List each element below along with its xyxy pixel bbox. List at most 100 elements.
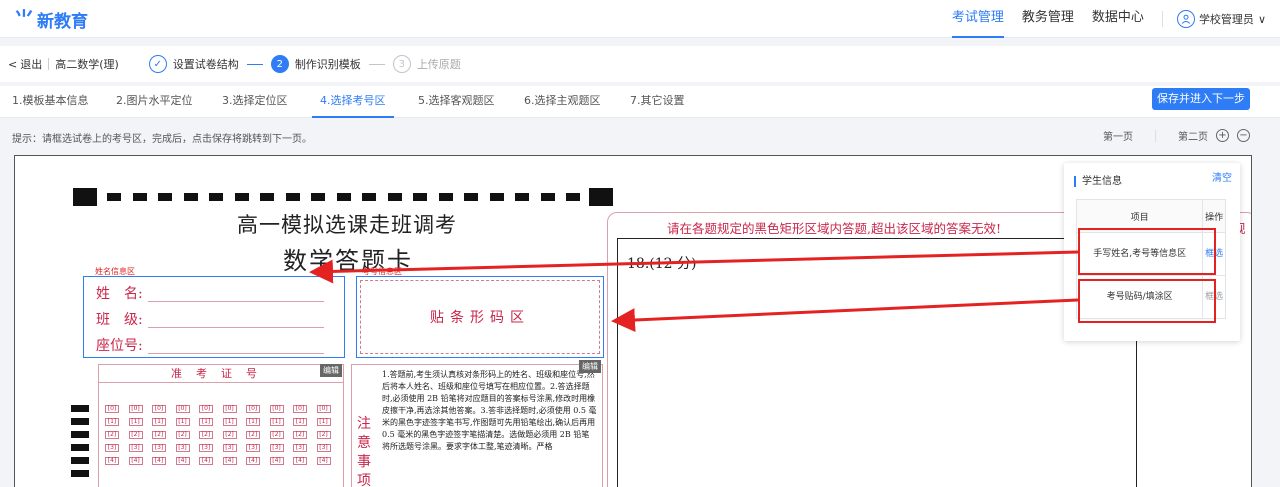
timing-mark — [71, 444, 89, 451]
step-bar: < 退出 高二数学(理) ✓ 设置试卷结构 2 制作识别模板 3 上传原题 — [0, 46, 1280, 82]
digit-bubble: [3] — [293, 444, 307, 452]
logo-text: 新教育 — [37, 11, 88, 32]
digit-bubble: [4] — [128, 457, 143, 465]
timing-mark — [234, 193, 249, 201]
answer-warning: 请在各题规定的黑色矩形区域内答题,超出该区域的答案无效! — [667, 221, 1001, 236]
timing-mark — [438, 193, 453, 201]
digit-bubble: [1] — [222, 418, 237, 426]
nav-teaching-management[interactable]: 教务管理 — [1022, 0, 1074, 38]
digit-bubble: [0] — [152, 405, 166, 413]
nav-data-center[interactable]: 数据中心 — [1092, 0, 1144, 38]
step-connector — [368, 63, 385, 65]
timing-mark — [107, 193, 121, 201]
digit-bubble: [2] — [199, 431, 213, 439]
clear-button[interactable]: 清空 — [1212, 169, 1232, 184]
user-menu[interactable]: 学校管理员 ∨ — [1176, 10, 1266, 28]
nav-exam-management[interactable]: 考试管理 — [951, 0, 1004, 38]
step-number: 3 — [392, 55, 411, 73]
digit-bubble: [0] — [128, 405, 143, 413]
zoom-in-icon[interactable]: + — [1216, 129, 1229, 142]
barcode-area: 贴条形码区 — [360, 280, 600, 354]
timing-mark — [158, 193, 172, 201]
timing-mark — [387, 193, 402, 201]
timing-mark — [362, 193, 376, 201]
tab-exam-number-area[interactable]: 4.选择考号区 — [312, 86, 394, 118]
step-connector — [246, 63, 263, 65]
step-label: 设置试卷结构 — [172, 58, 239, 71]
second-page-button[interactable]: 第二页 — [1178, 128, 1208, 143]
digit-bubble: [1] — [175, 418, 190, 426]
save-and-next-button[interactable]: 保存并进入下一步 — [1152, 88, 1250, 110]
digit-bubble: [2] — [316, 431, 331, 439]
timing-mark — [260, 193, 274, 201]
digit-bubble: [0] — [269, 405, 284, 413]
name-line — [148, 301, 324, 302]
select-region-link-disabled[interactable]: 框选 — [1205, 292, 1223, 302]
digit-bubble: [2] — [293, 431, 307, 439]
tab-locate-area[interactable]: 3.选择定位区 — [222, 86, 288, 118]
digit-bubble: [3] — [222, 444, 237, 452]
timing-mark — [71, 418, 89, 425]
digit-bubble: [0] — [222, 405, 237, 413]
table-row: 考号贴码/填涂区 框选 — [1075, 275, 1226, 319]
tab-image-align[interactable]: 2.图片水平定位 — [116, 86, 193, 118]
timing-mark — [515, 193, 529, 201]
edit-button[interactable]: 编辑 — [579, 360, 601, 373]
digit-bubble: [1] — [316, 418, 331, 426]
step-make-template[interactable]: 2 制作识别模板 — [270, 55, 361, 73]
timing-mark — [464, 193, 478, 201]
digit-bubble: [3] — [269, 444, 284, 452]
digit-bubble: [1] — [293, 418, 307, 426]
step-set-structure[interactable]: ✓ 设置试卷结构 — [148, 55, 239, 73]
zoom-out-icon[interactable]: − — [1237, 129, 1250, 142]
digit-bubble: [3] — [128, 444, 143, 452]
timing-mark — [71, 431, 89, 438]
divider — [48, 58, 50, 70]
digit-bubble: [2] — [105, 431, 119, 439]
digit-bubble: [3] — [316, 444, 331, 452]
question-18-box — [617, 238, 1137, 487]
digit-bubble: [0] — [105, 405, 119, 413]
main-nav: 考试管理 教务管理 数据中心 学校管理员 ∨ — [934, 0, 1266, 38]
digit-bubble: [4] — [105, 457, 119, 465]
back-label: 退出 — [20, 58, 43, 71]
name-field-label: 姓 名: — [96, 286, 143, 302]
panel-title: 学生信息 — [1074, 176, 1122, 187]
tab-subjective-area[interactable]: 6.选择主观题区 — [524, 86, 601, 118]
timing-mark — [489, 193, 504, 201]
user-name: 学校管理员 — [1198, 13, 1254, 26]
digit-bubble: [0] — [246, 405, 260, 413]
barcode-selection[interactable]: 贴条形码区 — [356, 276, 604, 358]
seat-field-label: 座位号: — [96, 338, 143, 354]
digit-bubble: [3] — [175, 444, 190, 452]
select-region-link[interactable]: 框选 — [1205, 249, 1223, 259]
first-page-button[interactable]: 第一页 — [1103, 128, 1133, 143]
edit-button[interactable]: 编辑 — [320, 364, 342, 377]
timing-mark — [285, 193, 300, 201]
top-bar: ⺌ 新教育 考试管理 教务管理 数据中心 学校管理员 ∨ — [0, 0, 1280, 38]
back-button[interactable]: < 退出 — [8, 56, 42, 72]
timing-mark — [71, 457, 89, 464]
step-upload-original[interactable]: 3 上传原题 — [392, 55, 461, 73]
ticket-title: 准考证号 — [99, 365, 343, 383]
anchor-mark — [589, 188, 613, 206]
tab-basic-info[interactable]: 1.模板基本信息 — [12, 86, 89, 118]
logo[interactable]: ⺌ 新教育 — [14, 7, 88, 32]
row-item: 考号贴码/填涂区 — [1075, 275, 1204, 319]
name-info-selection[interactable]: 姓 名: 班 级: 座位号: — [83, 276, 345, 358]
timing-mark — [132, 193, 147, 201]
timing-mark — [71, 405, 89, 412]
digit-bubble: [0] — [293, 405, 307, 413]
tab-other-settings[interactable]: 7.其它设置 — [630, 86, 685, 118]
column-header-action: 操作 — [1202, 199, 1226, 233]
tab-objective-area[interactable]: 5.选择客观题区 — [418, 86, 495, 118]
digit-bubble: [0] — [175, 405, 190, 413]
digit-bubble: [1] — [152, 418, 166, 426]
notice-text: 1.答题前,考生须认真核对条形码上的姓名、班级和座位号,然后将本人姓名、班级和座… — [382, 370, 597, 451]
timing-mark — [71, 470, 89, 477]
digit-bubble: [1] — [269, 418, 284, 426]
chevron-down-icon: ∨ — [1257, 12, 1266, 26]
sheet-title: 高一模拟选课走班调考 — [237, 213, 457, 237]
notice-heading: 注意事项 — [357, 416, 371, 487]
digit-bubble: [3] — [105, 444, 119, 452]
